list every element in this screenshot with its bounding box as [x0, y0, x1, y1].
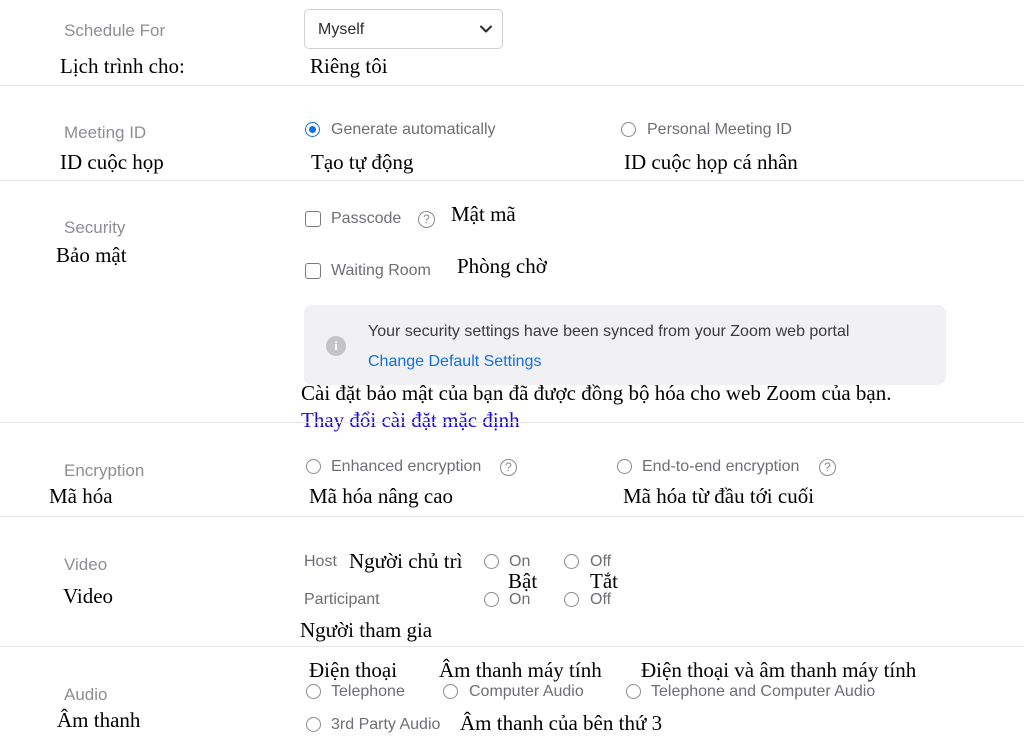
help-icon[interactable]: ?: [418, 211, 435, 228]
computer-audio-vi: Âm thanh máy tính: [439, 658, 602, 682]
video-host-label-vi: Người chủ trì: [349, 549, 463, 573]
divider: [0, 646, 1024, 647]
participant-video-off-label[interactable]: Off: [590, 591, 611, 609]
third-party-audio-radio[interactable]: [306, 717, 321, 732]
waiting-room-label-vi: Phòng chờ: [457, 254, 547, 278]
telephone-and-computer-audio-vi: Điện thoại và âm thanh máy tính: [641, 658, 917, 682]
audio-label: Audio: [64, 685, 108, 704]
change-default-settings-link[interactable]: Change Default Settings: [368, 353, 541, 371]
video-host-label: Host: [304, 553, 337, 570]
host-video-on-radio[interactable]: [484, 554, 499, 569]
telephone-and-computer-audio-radio[interactable]: [626, 684, 641, 699]
security-notice: i Your security settings have been synce…: [304, 305, 946, 385]
divider: [0, 516, 1024, 517]
telephone-label[interactable]: Telephone: [331, 683, 405, 701]
enhanced-encryption-vi: Mã hóa nâng cao: [309, 484, 454, 508]
personal-meeting-id-label[interactable]: Personal Meeting ID: [647, 121, 792, 139]
schedule-for-value-vi: Riêng tôi: [310, 54, 388, 78]
generate-automatically-vi: Tạo tự động: [311, 150, 414, 174]
waiting-room-checkbox[interactable]: [305, 263, 321, 279]
end-to-end-encryption-radio[interactable]: [617, 459, 632, 474]
telephone-vi: Điện thoại: [309, 658, 398, 682]
host-video-off-radio[interactable]: [564, 554, 579, 569]
help-icon[interactable]: ?: [500, 459, 517, 476]
personal-meeting-id-radio[interactable]: [621, 122, 636, 137]
generate-automatically-label[interactable]: Generate automatically: [331, 121, 496, 139]
computer-audio-label[interactable]: Computer Audio: [469, 683, 584, 701]
audio-label-vi: Âm thanh: [57, 708, 141, 732]
change-default-settings-link-vi[interactable]: Thay đổi cài đặt mặc định: [301, 408, 520, 433]
end-to-end-encryption-vi: Mã hóa từ đầu tới cuối: [623, 484, 815, 508]
schedule-for-value: Myself: [318, 21, 365, 38]
telephone-radio[interactable]: [306, 684, 321, 699]
passcode-label-vi: Mật mã: [451, 202, 516, 226]
third-party-audio-vi: Âm thanh của bên thứ 3: [460, 711, 663, 735]
telephone-and-computer-audio-label[interactable]: Telephone and Computer Audio: [651, 683, 875, 701]
video-label-vi: Video: [63, 584, 114, 608]
divider: [0, 422, 1024, 423]
passcode-checkbox[interactable]: [305, 211, 321, 227]
computer-audio-radio[interactable]: [443, 684, 458, 699]
security-notice-message: Your security settings have been synced …: [368, 323, 850, 340]
security-label: Security: [64, 218, 126, 237]
video-participant-label: Participant: [304, 591, 380, 608]
enhanced-encryption-label[interactable]: Enhanced encryption: [331, 458, 481, 476]
passcode-label[interactable]: Passcode: [331, 210, 401, 228]
participant-video-on-label[interactable]: On: [509, 591, 530, 609]
end-to-end-encryption-label[interactable]: End-to-end encryption: [642, 458, 799, 476]
waiting-room-label[interactable]: Waiting Room: [331, 262, 431, 280]
schedule-for-label: Schedule For: [64, 21, 166, 40]
security-label-vi: Bảo mật: [56, 243, 127, 267]
schedule-for-select[interactable]: Myself: [304, 9, 503, 49]
info-icon: i: [326, 336, 346, 356]
help-icon[interactable]: ?: [819, 459, 836, 476]
generate-automatically-radio[interactable]: [305, 122, 320, 137]
third-party-audio-label[interactable]: 3rd Party Audio: [331, 716, 440, 734]
chevron-down-icon: [480, 25, 492, 33]
participant-video-off-radio[interactable]: [564, 592, 579, 607]
divider: [0, 85, 1024, 86]
schedule-for-label-vi: Lịch trình cho:: [60, 54, 185, 78]
video-label: Video: [64, 555, 108, 574]
meeting-id-label-vi: ID cuộc họp: [60, 150, 164, 174]
divider: [0, 180, 1024, 181]
security-notice-message-vi: Cài đặt bảo mật của bạn đã được đồng bộ …: [301, 381, 892, 405]
video-participant-label-vi: Người tham gia: [300, 618, 433, 642]
encryption-label-vi: Mã hóa: [49, 484, 113, 508]
participant-video-on-radio[interactable]: [484, 592, 499, 607]
meeting-id-label: Meeting ID: [64, 123, 147, 142]
encryption-label: Encryption: [64, 461, 145, 480]
enhanced-encryption-radio[interactable]: [306, 459, 321, 474]
personal-meeting-id-vi: ID cuộc họp cá nhân: [624, 150, 798, 174]
